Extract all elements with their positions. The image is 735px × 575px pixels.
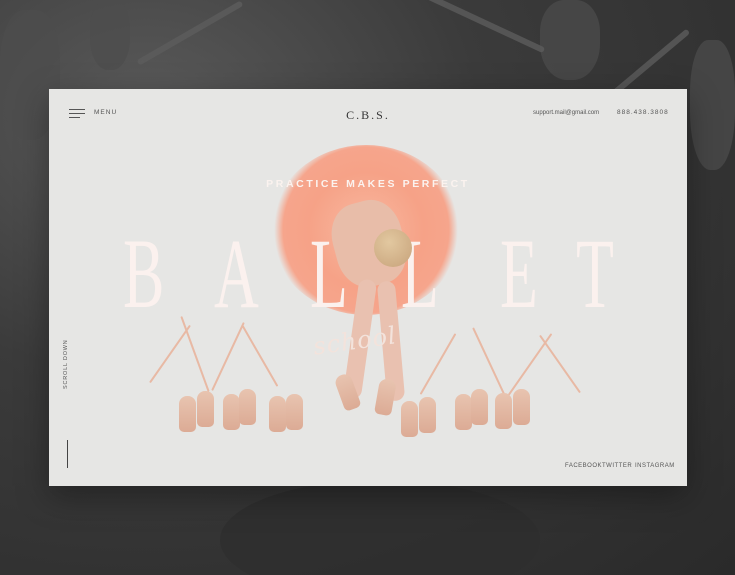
- pointe-shoe: [513, 389, 530, 425]
- backdrop-tutu: [220, 480, 540, 575]
- pointe-shoe: [269, 396, 286, 432]
- pointe-shoe: [495, 393, 512, 429]
- hero-title-letter: L: [310, 218, 348, 329]
- backdrop-shoe: [90, 0, 130, 70]
- pointe-shoe: [455, 394, 472, 430]
- contact-phone[interactable]: 888.438.3808: [617, 109, 669, 116]
- contact-email[interactable]: support.mail@gmail.com: [533, 110, 599, 116]
- shoe-ribbon: [149, 324, 191, 384]
- pointe-shoe: [286, 394, 303, 430]
- twitter-link[interactable]: TWITTER: [602, 463, 632, 469]
- hero-title: B A L L E T: [49, 224, 687, 324]
- backdrop-ribbon: [609, 28, 691, 98]
- pointe-shoe: [471, 389, 488, 425]
- hero-title-letter: B: [123, 218, 165, 329]
- pointe-shoe: [419, 397, 436, 433]
- pointe-shoe: [239, 389, 256, 425]
- backdrop-shoe: [540, 0, 600, 80]
- instagram-link[interactable]: INSTAGRAM: [635, 463, 675, 469]
- dancer-head: [374, 229, 412, 267]
- landing-card: MENU C.B.S. support.mail@gmail.com 888.4…: [49, 89, 687, 486]
- pointe-shoe: [197, 391, 214, 427]
- hero-title-letter: A: [214, 218, 259, 329]
- pointe-shoe: [401, 401, 418, 437]
- shoe-ribbon: [539, 334, 581, 394]
- hero-title-letter: T: [576, 218, 614, 329]
- top-nav: MENU C.B.S. support.mail@gmail.com 888.4…: [49, 89, 687, 139]
- shoe-ribbon: [241, 325, 279, 387]
- backdrop-ribbon: [424, 0, 546, 54]
- scroll-down-label[interactable]: SCROLL DOWN: [63, 329, 69, 389]
- shoe-ribbon: [419, 333, 457, 395]
- pointe-shoe: [179, 396, 196, 432]
- pointe-shoe: [223, 394, 240, 430]
- backdrop-ribbon: [136, 0, 244, 66]
- shoe-ribbon: [211, 322, 245, 391]
- pointe-shoe: [374, 377, 397, 417]
- backdrop-shoe: [690, 40, 735, 170]
- scroll-indicator-line: [67, 440, 68, 468]
- facebook-link[interactable]: FACEBOOK: [565, 463, 602, 469]
- hero-title-letter: E: [500, 218, 538, 329]
- shoe-ribbon: [180, 316, 210, 392]
- hero-tagline: PRACTICE MAKES PERFECT: [266, 178, 470, 190]
